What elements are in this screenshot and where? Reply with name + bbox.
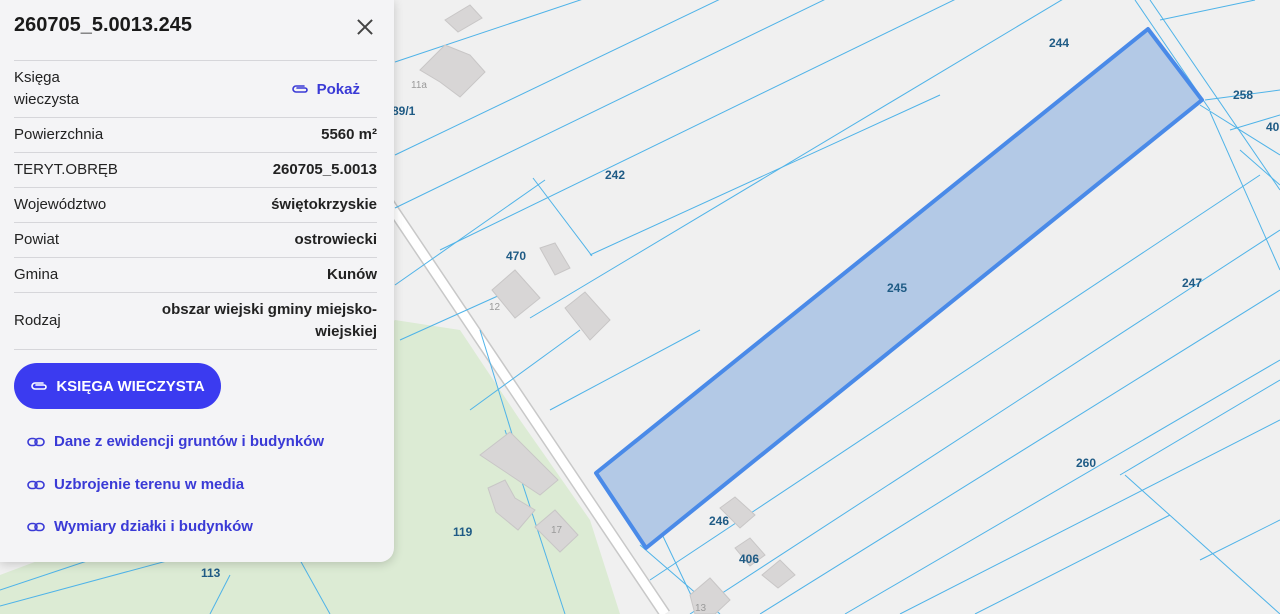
house-number-12: 12 — [489, 302, 501, 313]
parcel-title: 260705_5.0013.245 — [14, 14, 192, 36]
powiat-value: ostrowiecki — [294, 231, 377, 248]
ksiega-wieczysta-button-label: KSIĘGA WIECZYSTA — [56, 377, 205, 395]
wojewodztwo-label: Województwo — [14, 196, 107, 213]
parcel-label-470: 470 — [506, 249, 526, 263]
parcel-label-247: 247 — [1182, 276, 1202, 290]
row-ksiega-wieczysta: Księga wieczysta Pokaż — [14, 60, 377, 117]
parcel-label-113: 113 — [201, 566, 221, 580]
powierzchnia-value: 5560 m² — [321, 126, 377, 143]
pokaz-label: Pokaż — [316, 80, 360, 98]
link-wymiary-label: Wymiary działki i budynków — [54, 518, 253, 535]
row-powierzchnia: Powierzchnia 5560 m² — [14, 117, 377, 152]
powiat-label: Powiat — [14, 231, 60, 248]
powierzchnia-label: Powierzchnia — [14, 126, 104, 143]
row-gmina: Gmina Kunów — [14, 257, 377, 292]
ksiega-label: Księga wieczysta — [14, 69, 80, 108]
link-icon — [27, 480, 45, 489]
link-uzbrojenie-label: Uzbrojenie terenu w media — [54, 476, 245, 493]
gmina-value: Kunów — [327, 266, 377, 283]
link-uzbrojenie[interactable]: Uzbrojenie terenu w media — [27, 476, 244, 493]
parcel-label-245: 245 — [887, 281, 907, 295]
link-ewidencja-label: Dane z ewidencji gruntów i budynków — [54, 433, 325, 450]
parcel-label-260: 260 — [1076, 456, 1096, 470]
row-rodzaj: Rodzaj obszar wiejski gminy miejsko-wiej… — [14, 292, 377, 350]
ksiega-wieczysta-button[interactable]: KSIĘGA WIECZYSTA — [14, 363, 221, 409]
parcel-label-119: 119 — [453, 525, 473, 539]
link-ewidencja[interactable]: Dane z ewidencji gruntów i budynków — [27, 433, 324, 450]
row-powiat: Powiat ostrowiecki — [14, 222, 377, 257]
paperclip-icon — [291, 85, 308, 93]
wojewodztwo-value: świętokrzyskie — [271, 196, 377, 213]
link-icon — [27, 522, 45, 531]
house-number-11a: 11a — [411, 80, 427, 91]
parcel-label-258: 258 — [1233, 88, 1253, 102]
row-wojewodztwo: Województwo świętokrzyskie — [14, 187, 377, 222]
house-number-13: 13 — [695, 603, 707, 614]
row-teryt: TERYT.OBRĘB 260705_5.0013 — [14, 152, 377, 187]
parcel-info-panel: 260705_5.0013.245 Księga wieczysta Pokaż… — [0, 0, 394, 562]
parcel-label-406: 406 — [739, 552, 759, 566]
parcel-label-40: 40 — [1266, 120, 1280, 134]
rodzaj-label: Rodzaj — [14, 312, 61, 329]
teryt-value: 260705_5.0013 — [272, 161, 377, 178]
teryt-label: TERYT.OBRĘB — [14, 161, 118, 178]
close-icon[interactable] — [352, 14, 378, 40]
paperclip-icon — [31, 382, 48, 390]
parcel-label-246: 246 — [709, 514, 729, 528]
pokaz-link[interactable]: Pokaż — [291, 81, 360, 98]
parcel-attributes: Księga wieczysta Pokaż Powierzchnia 5560… — [14, 60, 377, 350]
parcel-label-242: 242 — [605, 168, 625, 182]
parcel-label-244: 244 — [1049, 36, 1069, 50]
link-wymiary[interactable]: Wymiary działki i budynków — [27, 518, 253, 535]
house-number-17: 17 — [551, 525, 563, 536]
rodzaj-value: obszar wiejski gminy miejsko-wiejskiej — [161, 301, 377, 340]
parcel-label-89-1: 89/1 — [392, 104, 416, 118]
link-icon — [27, 437, 45, 446]
gmina-label: Gmina — [14, 266, 59, 283]
